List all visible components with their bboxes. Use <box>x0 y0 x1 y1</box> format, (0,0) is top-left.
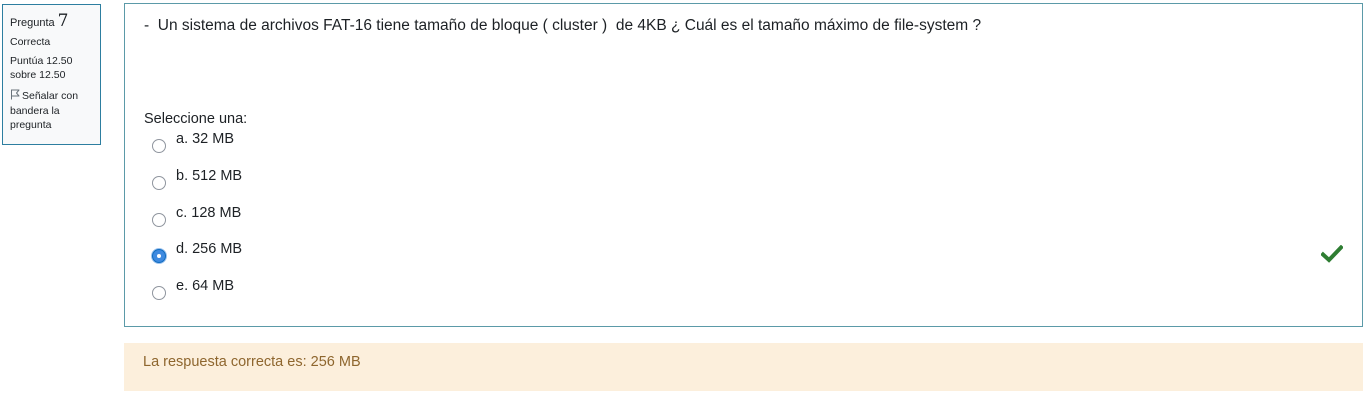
answer-label: e. 64 MB <box>176 278 235 294</box>
question-content: - Un sistema de archivos FAT-16 tiene ta… <box>124 3 1363 327</box>
answer-label: a. 32 MB <box>176 131 235 147</box>
radio-button[interactable] <box>152 139 166 153</box>
flag-line-2: bandera la <box>10 105 60 117</box>
question-label: Pregunta <box>10 17 55 29</box>
grade-line-1: Puntúa 12.50 <box>10 55 73 67</box>
flag-outline-icon <box>10 89 20 104</box>
radio-button[interactable] <box>152 213 166 227</box>
answer-option-c[interactable]: c. 128 MB <box>152 205 452 227</box>
answer-label: b. 512 MB <box>176 168 243 184</box>
question-grade: Puntúa 12.50 sobre 12.50 <box>10 54 93 82</box>
checkmark-icon <box>1320 244 1344 268</box>
flag-line-1: Señalar con <box>22 90 79 102</box>
grade-line-2: sobre 12.50 <box>10 69 66 81</box>
flag-line-3: pregunta <box>10 119 52 131</box>
answer-option-d[interactable]: d. 256 MB <box>152 241 452 263</box>
question-text: - Un sistema de archivos FAT-16 tiene ta… <box>144 17 982 34</box>
flag-question-link[interactable]: Señalar con bandera la pregunta <box>10 89 93 132</box>
question-heading: Pregunta 7 <box>10 11 93 31</box>
answer-label: d. 256 MB <box>176 241 243 257</box>
radio-button-selected[interactable] <box>152 249 166 263</box>
radio-button[interactable] <box>152 176 166 190</box>
radio-button[interactable] <box>152 286 166 300</box>
correct-answer-feedback: La respuesta correcta es: 256 MB <box>124 343 1363 391</box>
answer-prompt: Seleccione una: <box>144 111 248 127</box>
answer-option-b[interactable]: b. 512 MB <box>152 168 452 190</box>
answer-label: c. 128 MB <box>176 205 242 221</box>
question-state: Correcta <box>10 36 51 48</box>
question-number: 7 <box>57 11 69 31</box>
question-info-panel: Pregunta 7 Correcta Puntúa 12.50 sobre 12… <box>2 4 101 145</box>
answer-option-e[interactable]: e. 64 MB <box>152 278 452 300</box>
answer-option-a[interactable]: a. 32 MB <box>152 131 452 153</box>
